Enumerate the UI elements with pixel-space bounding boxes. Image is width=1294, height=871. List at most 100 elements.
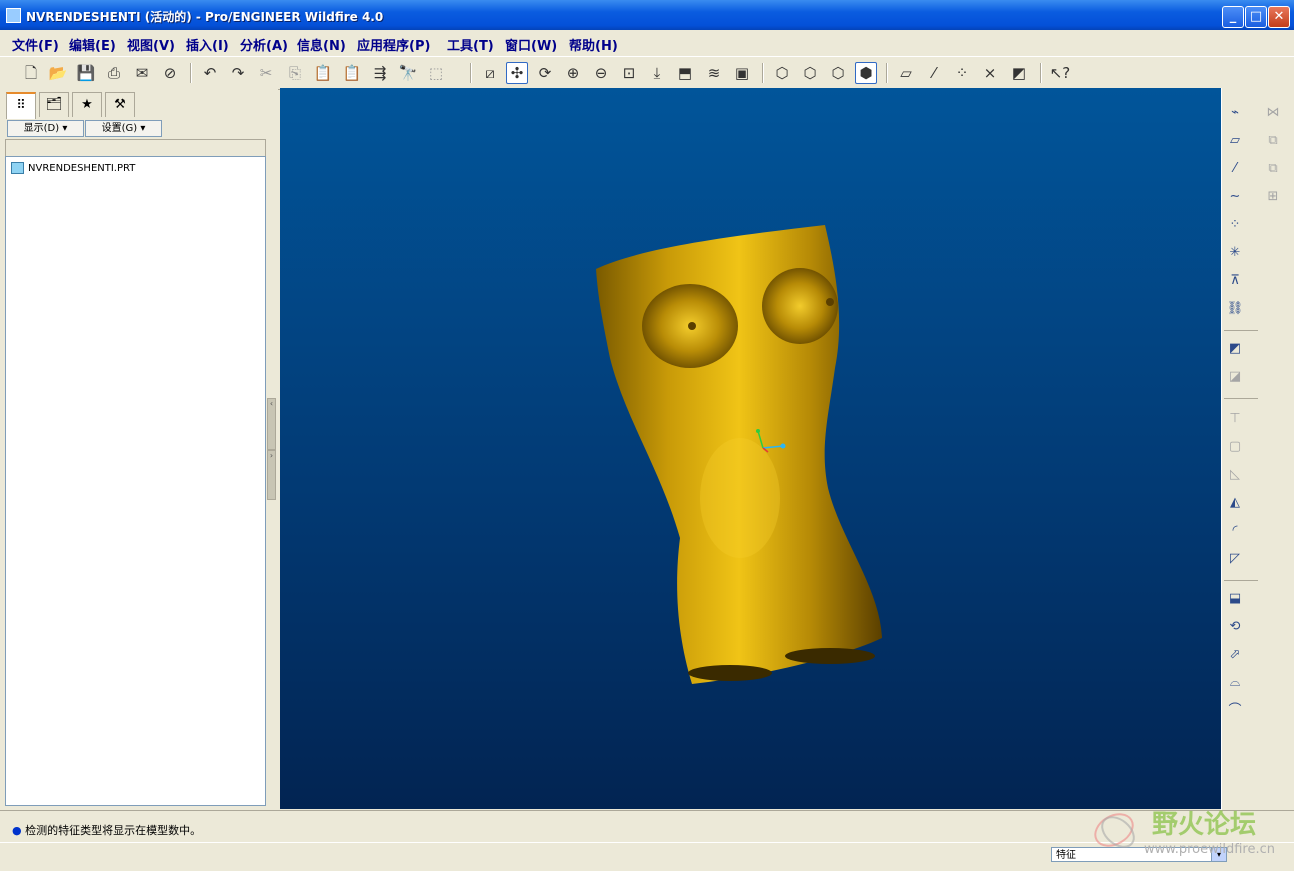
layers-icon[interactable]: ≋ [703,62,725,84]
spin-center-icon[interactable]: ✣ [506,62,528,84]
saved-views-icon[interactable]: ⬒ [674,62,696,84]
rib-icon[interactable]: ◺ [1224,464,1246,486]
copy-geometry-icon[interactable]: ◪ [1224,366,1246,388]
open-icon[interactable]: 📂 [47,62,69,84]
datum-planes-icon[interactable]: ▱ [895,62,917,84]
hole-icon[interactable]: ⊤ [1224,408,1246,430]
menu-tools[interactable]: 工具(T) [447,35,494,54]
paste-icon[interactable]: 📋 [312,62,334,84]
wireframe-icon[interactable]: ⬡ [771,62,793,84]
navigator-panel: ⠿ 🗂 ★ ⚒ 显示(D) ▾ 设置(G) ▾ NVRENDESHENTI.PR… [0,88,278,810]
minimize-button[interactable]: _ [1222,6,1244,28]
undo-icon[interactable]: ↶ [199,62,221,84]
feature-toolbar: ⌁ ▱ ⁄ ∼ ⁘ ✳ ⊼ ⛓ ◩ ◪ ⊤ ▢ ◺ ◭ ◜ ◸ ⬓ ⟲ ⬀ ⌓ … [1221,88,1294,810]
orient-mode-icon[interactable]: ⟳ [534,62,556,84]
merge-icon[interactable]: ⧉ [1262,130,1284,152]
email-attach-icon[interactable]: ⊘ [159,62,181,84]
email-icon[interactable]: ✉ [131,62,153,84]
collapse-grip[interactable]: ‹ [267,398,276,450]
folder-browser-tab[interactable]: 🗂 [39,92,69,117]
favorites-tab[interactable]: ★ [72,92,102,117]
zoom-in-icon[interactable]: ⊕ [562,62,584,84]
watermark: 野火论坛 www.proewildfire.cn [1084,800,1294,870]
shell-icon[interactable]: ▢ [1224,436,1246,458]
reorient-icon[interactable]: ⤓ [646,62,668,84]
connections-tab[interactable]: ⚒ [105,92,135,117]
title-bar: NVRENDESHENTI (活动的) - Pro/ENGINEER Wildf… [0,0,1294,30]
torso-model[interactable] [280,88,1221,809]
sweep-icon[interactable]: ⬀ [1224,644,1246,666]
coordinate-systems-icon[interactable]: ⨯ [979,62,1001,84]
show-dropdown[interactable]: 显示(D) ▾ [7,120,84,137]
coordinate-system-tool-icon[interactable]: ✳ [1224,242,1246,264]
redo-icon[interactable]: ↷ [227,62,249,84]
menu-bar: 文件(F) 编辑(E) 视图(V) 插入(I) 分析(A) 信息(N) 应用程序… [0,30,1294,56]
bullet-icon: ● [12,824,22,837]
watermark-text: 野火论坛 [1152,810,1257,840]
datum-point-tool-icon[interactable]: ⁘ [1224,214,1246,236]
menu-info[interactable]: 信息(N) [297,35,346,54]
pattern-icon[interactable]: ⊞ [1262,186,1284,208]
main-toolbar: 🗋 📂 💾 ⎙ ✉ ⊘ ↶ ↷ ✂ ⎘ 📋 📋 ⇶ 🔭 ⬚ ⧄ ✣ ⟳ ⊕ ⊖ … [0,56,1294,90]
settings-dropdown[interactable]: 设置(G) ▾ [85,120,162,137]
menu-edit[interactable]: 编辑(E) [69,35,116,54]
model-tree-tab[interactable]: ⠿ [6,92,36,119]
datum-points-icon[interactable]: ⁘ [951,62,973,84]
chain-icon[interactable]: ⛓ [1224,298,1246,320]
watermark-url: www.proewildfire.cn [1144,842,1275,857]
annotation-feature-icon[interactable]: ◩ [1224,338,1246,360]
refit-icon[interactable]: ⊡ [618,62,640,84]
no-hidden-icon[interactable]: ⬡ [827,62,849,84]
draft-icon[interactable]: ◭ [1224,492,1246,514]
menu-help[interactable]: 帮助(H) [569,35,618,54]
paste-special-icon[interactable]: 📋 [341,62,363,84]
window-title: NVRENDESHENTI (活动的) - Pro/ENGINEER Wildf… [26,10,384,24]
watermark-logo [1094,813,1135,848]
graphics-viewport[interactable] [280,88,1221,809]
analysis-feature-icon[interactable]: ⊼ [1224,270,1246,292]
menu-analysis[interactable]: 分析(A) [240,35,288,54]
chamfer-icon[interactable]: ◸ [1224,548,1246,570]
print-icon[interactable]: ⎙ [103,62,125,84]
expand-grip[interactable]: › [267,450,276,500]
find-icon[interactable]: 🔭 [397,62,419,84]
datum-axis-tool-icon[interactable]: ⁄ [1224,158,1246,180]
tree-item-part[interactable]: NVRENDESHENTI.PRT [11,162,135,174]
app-icon [6,8,21,23]
close-button[interactable]: ✕ [1268,6,1290,28]
context-help-icon[interactable]: ↖? [1049,62,1071,84]
extrude-icon[interactable]: ⬓ [1224,588,1246,610]
regenerate-icon[interactable]: ⇶ [369,62,391,84]
settings-dropdown-label: 设置(G) [101,123,138,134]
sketch-tool-icon[interactable]: ⌁ [1224,102,1246,124]
select-box-icon[interactable]: ⬚ [425,62,447,84]
datum-curve-tool-icon[interactable]: ∼ [1224,186,1246,208]
annotations-icon[interactable]: ◩ [1008,62,1030,84]
datum-plane-tool-icon[interactable]: ▱ [1224,130,1246,152]
tree-item-label: NVRENDESHENTI.PRT [28,163,136,174]
menu-window[interactable]: 窗口(W) [505,35,557,54]
intersect-icon[interactable]: ⧉ [1262,158,1284,180]
datum-axes-icon[interactable]: ⁄ [923,62,945,84]
new-icon[interactable]: 🗋 [20,62,42,84]
revolve-icon[interactable]: ⟲ [1224,616,1246,638]
menu-view[interactable]: 视图(V) [127,35,175,54]
zoom-out-icon[interactable]: ⊖ [590,62,612,84]
boundary-blend-icon[interactable]: ⌒ [1224,700,1246,722]
view-manager-icon[interactable]: ▣ [731,62,753,84]
maximize-button[interactable]: □ [1245,6,1267,28]
status-message: ● 检测的特征类型将显示在模型数中。 [12,822,201,838]
menu-file[interactable]: 文件(F) [12,35,59,54]
blend-icon[interactable]: ⌓ [1224,672,1246,694]
save-icon[interactable]: 💾 [75,62,97,84]
mirror-icon[interactable]: ⋈ [1262,102,1284,124]
menu-applications[interactable]: 应用程序(P) [357,35,430,54]
hidden-line-icon[interactable]: ⬡ [799,62,821,84]
redraw-icon[interactable]: ⧄ [479,62,501,84]
shading-icon[interactable]: ⬢ [855,62,877,84]
menu-insert[interactable]: 插入(I) [186,35,229,54]
cut-icon[interactable]: ✂ [255,62,277,84]
panel-splitter[interactable]: ‹ › [266,88,278,810]
copy-icon[interactable]: ⎘ [284,62,306,84]
round-icon[interactable]: ◜ [1224,520,1246,542]
